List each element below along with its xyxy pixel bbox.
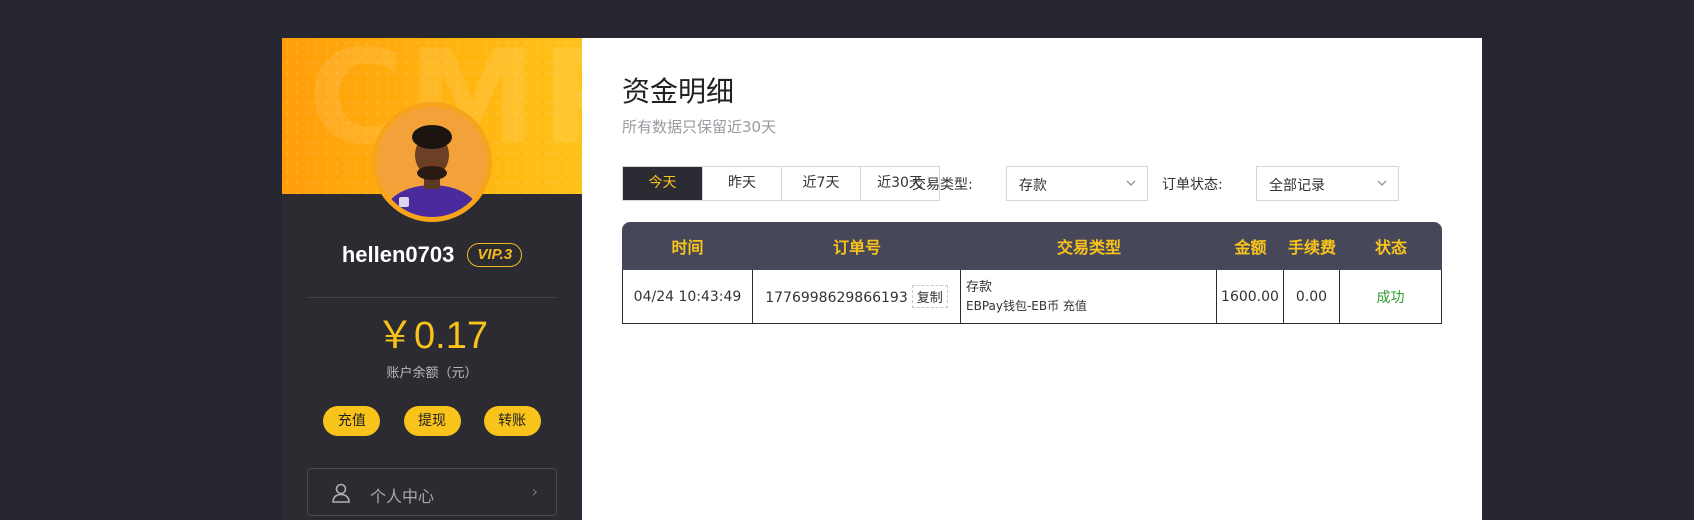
sidebar-item-label: 个人中心 — [370, 487, 435, 506]
deposit-button[interactable]: 充值 — [323, 406, 381, 436]
table-header: 时间 订单号 交易类型 金额 手续费 状态 — [622, 222, 1442, 270]
chevron-down-icon — [1376, 175, 1388, 195]
transaction-type: 存款 — [966, 279, 993, 295]
transaction-type-select[interactable]: 存款 — [1006, 166, 1148, 201]
cell-time: 04/24 10:43:49 — [622, 270, 753, 324]
account-balance: ￥0.17 — [376, 315, 488, 357]
column-header-order-no: 订单号 — [753, 222, 961, 270]
balance-label: 账户余额（元） — [386, 366, 478, 381]
main-panel: 资金明细 所有数据只保留近30天 今天 昨天 近7天 近30天 交易类型: 存款… — [582, 38, 1482, 520]
copy-button[interactable]: 复制 — [911, 285, 948, 308]
cell-fee: 0.00 — [1284, 270, 1340, 324]
column-header-type: 交易类型 — [961, 222, 1217, 270]
transactions-table: 时间 订单号 交易类型 金额 手续费 状态 04/24 10:43:49 177… — [622, 222, 1442, 324]
order-status-select[interactable]: 全部记录 — [1256, 166, 1399, 201]
cell-type: 存款 EBPay钱包-EB币 充值 — [961, 270, 1217, 324]
user-sidebar: CMP hellen0703 VIP.3 ￥0.17 账户余额（元） 充值 提现… — [282, 38, 582, 520]
sidebar-item-personal-center[interactable]: 个人中心 › — [307, 468, 557, 516]
column-header-status: 状态 — [1340, 222, 1442, 270]
column-header-fee: 手续费 — [1284, 222, 1340, 270]
username: hellen0703 — [341, 242, 455, 267]
avatar[interactable] — [372, 102, 492, 222]
column-header-time: 时间 — [622, 222, 753, 270]
divider — [307, 297, 557, 298]
transaction-detail: EBPay钱包-EB币 充值 — [966, 298, 1087, 313]
avatar-image — [377, 107, 487, 217]
tab-last-7-days[interactable]: 近7天 — [781, 167, 860, 200]
vip-badge: VIP.3 — [467, 243, 523, 267]
withdraw-button[interactable]: 提现 — [403, 406, 461, 436]
cell-amount: 1600.00 — [1217, 270, 1284, 324]
tab-yesterday[interactable]: 昨天 — [702, 167, 781, 200]
transfer-button[interactable]: 转账 — [483, 406, 541, 436]
order-number: 1776998629866193 — [765, 290, 908, 306]
order-status-value: 全部记录 — [1269, 178, 1325, 194]
wallet-actions: 充值 提现 转账 — [282, 406, 582, 436]
order-status-label: 订单状态: — [1162, 177, 1223, 193]
date-range-tabs: 今天 昨天 近7天 近30天 — [622, 166, 940, 201]
page-title: 资金明细 — [622, 75, 735, 108]
tab-today[interactable]: 今天 — [623, 167, 702, 200]
status-badge: 成功 — [1340, 270, 1442, 324]
person-icon — [330, 482, 352, 508]
chevron-down-icon — [1125, 175, 1137, 195]
user-row: hellen0703 VIP.3 — [282, 242, 582, 268]
column-header-amount: 金额 — [1217, 222, 1284, 270]
transaction-type-value: 存款 — [1019, 178, 1047, 194]
chevron-right-icon: › — [531, 482, 538, 501]
cell-order-no: 1776998629866193 复制 — [753, 270, 961, 324]
table-row: 04/24 10:43:49 1776998629866193 复制 存款 EBP… — [622, 270, 1442, 324]
page-subtitle: 所有数据只保留近30天 — [622, 118, 777, 136]
transaction-type-label: 交易类型: — [912, 177, 973, 193]
